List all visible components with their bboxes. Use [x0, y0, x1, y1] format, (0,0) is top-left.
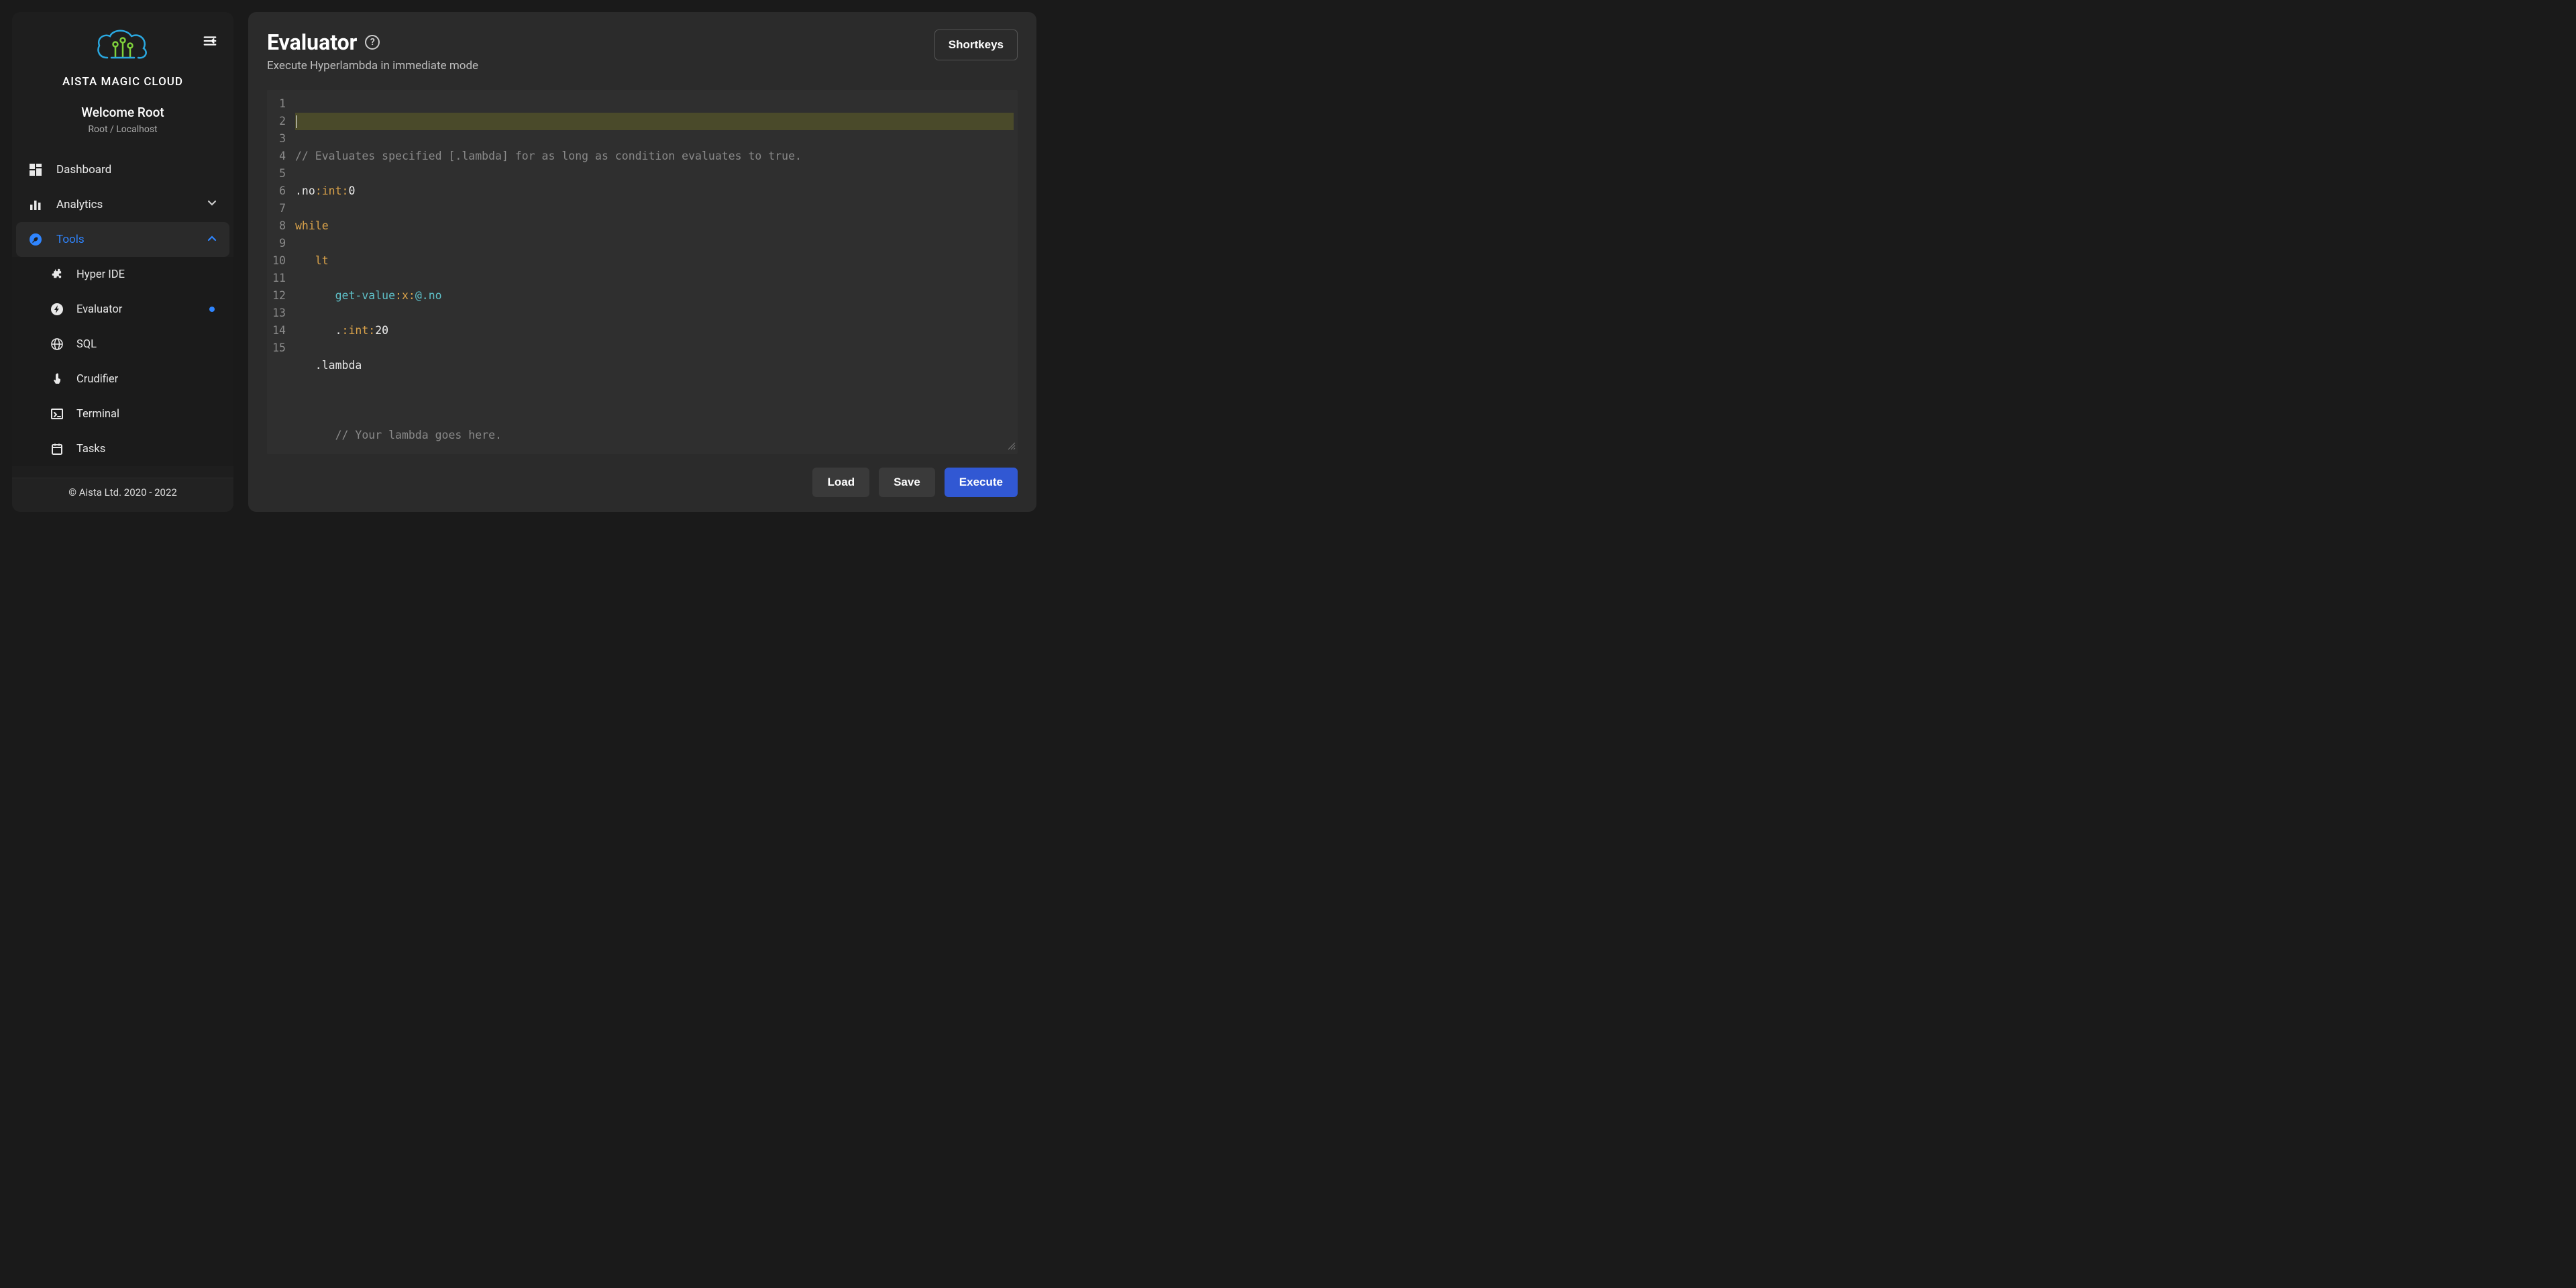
main-panel: Evaluator ? Execute Hyperlambda in immed…: [248, 12, 1036, 512]
save-button[interactable]: Save: [879, 468, 935, 497]
sidebar-item-hyper-ide[interactable]: Hyper IDE: [12, 257, 233, 292]
welcome-block: Welcome Root Root / Localhost: [12, 105, 233, 135]
footer-copyright: © Aista Ltd. 2020 - 2022: [12, 478, 233, 512]
execute-button[interactable]: Execute: [945, 468, 1018, 497]
bolt-icon: [50, 302, 64, 317]
sidebar: AISTA MAGIC CLOUD Welcome Root Root / Lo…: [12, 12, 233, 512]
sidebar-item-tasks[interactable]: Tasks: [12, 431, 233, 466]
sidebar-collapse-button[interactable]: [203, 34, 217, 51]
sidebar-item-tools[interactable]: Tools: [16, 222, 229, 257]
brand-area: AISTA MAGIC CLOUD: [12, 12, 233, 94]
code-editor[interactable]: 123456789101112131415 // Evaluates speci…: [267, 90, 1018, 454]
sidebar-item-label: Analytics: [56, 198, 103, 211]
sidebar-item-dashboard[interactable]: Dashboard: [12, 152, 233, 187]
page-title-row: Evaluator ?: [267, 30, 478, 55]
sidebar-item-terminal[interactable]: Terminal: [12, 396, 233, 431]
sidebar-item-crudifier[interactable]: Crudifier: [12, 362, 233, 396]
sidebar-item-label: Hyper IDE: [76, 268, 125, 281]
active-indicator-dot: [209, 307, 215, 312]
tools-icon: [28, 232, 43, 247]
breadcrumb: Root / Localhost: [12, 124, 233, 135]
analytics-icon: [28, 197, 43, 212]
shortkeys-button[interactable]: Shortkeys: [934, 30, 1018, 60]
sidebar-item-label: SQL: [76, 338, 97, 351]
tools-submenu: Hyper IDE Evaluator SQL: [12, 257, 233, 466]
sidebar-item-label: Crudifier: [76, 373, 118, 386]
logo-icon: [12, 25, 233, 70]
chevron-down-icon: [207, 198, 217, 212]
editor-content[interactable]: // Evaluates specified [.lambda] for as …: [291, 90, 1018, 454]
dashboard-icon: [28, 162, 43, 177]
sidebar-item-label: Tools: [56, 233, 85, 246]
calendar-icon: [50, 441, 64, 456]
chevron-up-icon: [207, 233, 217, 247]
resize-handle-icon[interactable]: [1008, 442, 1016, 453]
sidebar-item-label: Dashboard: [56, 163, 111, 176]
welcome-text: Welcome Root: [12, 105, 233, 120]
sidebar-item-label: Evaluator: [76, 303, 122, 316]
touch-icon: [50, 372, 64, 386]
terminal-icon: [50, 407, 64, 421]
sidebar-item-label: Tasks: [76, 443, 105, 455]
page-subtitle: Execute Hyperlambda in immediate mode: [267, 59, 478, 72]
action-bar: Load Save Execute: [267, 468, 1018, 497]
sidebar-item-evaluator[interactable]: Evaluator: [12, 292, 233, 327]
help-icon[interactable]: ?: [365, 35, 380, 50]
puzzle-icon: [50, 267, 64, 282]
load-button[interactable]: Load: [812, 468, 869, 497]
brand-name: AISTA MAGIC CLOUD: [12, 75, 233, 89]
sidebar-item-analytics[interactable]: Analytics: [12, 187, 233, 222]
nav: Dashboard Analytics Tools: [12, 152, 233, 478]
editor-gutter: 123456789101112131415: [267, 90, 291, 454]
page-title: Evaluator: [267, 30, 357, 55]
sidebar-item-label: Terminal: [76, 408, 119, 421]
menu-collapse-icon: [203, 34, 217, 48]
sidebar-item-sql[interactable]: SQL: [12, 327, 233, 362]
globe-icon: [50, 337, 64, 352]
